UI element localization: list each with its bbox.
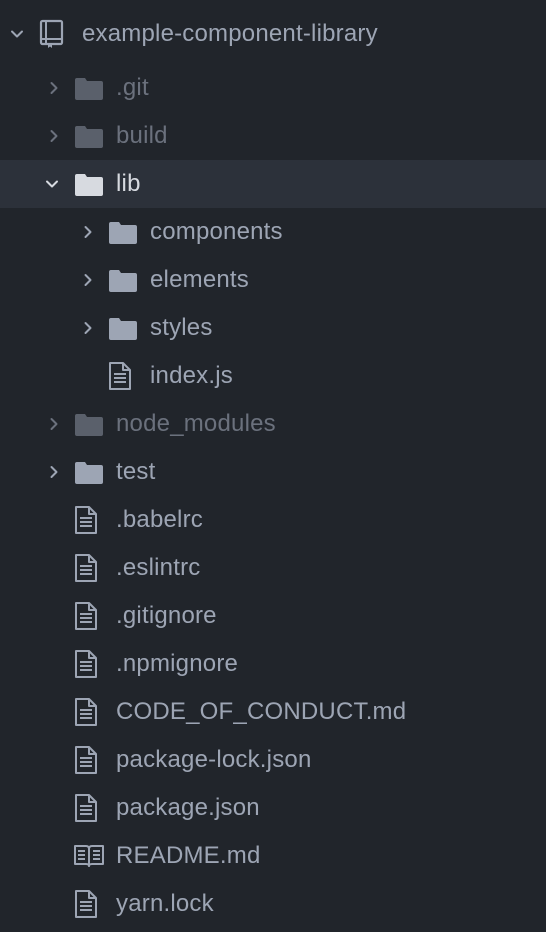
file-tree: example-component-library .git build lib [0,0,546,932]
file-text-icon [74,602,98,630]
tree-item-components[interactable]: components [0,208,546,256]
tree-item-label: .git [116,74,149,101]
tree-item-label: node_modules [116,410,276,437]
tree-item-label: README.md [116,842,261,869]
folder-open-icon [74,173,104,197]
tree-root-row[interactable]: example-component-library [0,10,546,58]
tree-item-readme[interactable]: README.md [0,832,546,880]
tree-item-index-js[interactable]: index.js [0,352,546,400]
tree-item-label: styles [150,314,213,341]
folder-icon [74,413,104,437]
tree-item-elements[interactable]: elements [0,256,546,304]
chevron-right-icon[interactable] [42,76,66,100]
folder-icon [108,317,138,341]
tree-item-label: elements [150,266,249,293]
tree-item-label: package.json [116,794,260,821]
tree-item-label: CODE_OF_CONDUCT.md [116,698,407,725]
file-text-icon [74,698,98,726]
tree-item-label: .gitignore [116,602,217,629]
file-text-icon [74,794,98,822]
tree-item-code-of-conduct[interactable]: CODE_OF_CONDUCT.md [0,688,546,736]
tree-item-label: yarn.lock [116,890,214,917]
book-icon [74,844,104,868]
tree-item-label: test [116,458,156,485]
tree-item-package-lock[interactable]: package-lock.json [0,736,546,784]
file-text-icon [74,650,98,678]
chevron-down-icon[interactable] [5,22,29,46]
root-folder-label: example-component-library [82,20,378,47]
chevron-right-icon[interactable] [76,268,100,292]
folder-icon [108,221,138,245]
tree-item-label: package-lock.json [116,746,312,773]
file-text-icon [74,746,98,774]
tree-item-test[interactable]: test [0,448,546,496]
tree-item-label: lib [116,170,141,197]
tree-item-git[interactable]: .git [0,64,546,112]
chevron-right-icon[interactable] [42,412,66,436]
folder-icon [108,269,138,293]
tree-item-styles[interactable]: styles [0,304,546,352]
folder-icon [74,77,104,101]
tree-item-label: build [116,122,168,149]
chevron-right-icon[interactable] [42,460,66,484]
folder-icon [74,461,104,485]
tree-item-lib[interactable]: lib [0,160,546,208]
tree-item-eslintrc[interactable]: .eslintrc [0,544,546,592]
tree-item-label: components [150,218,283,245]
tree-item-label: index.js [150,362,233,389]
file-text-icon [108,362,132,390]
tree-item-label: .babelrc [116,506,203,533]
chevron-right-icon[interactable] [76,220,100,244]
tree-item-label: .npmignore [116,650,239,677]
tree-item-label: .eslintrc [116,554,201,581]
folder-icon [74,125,104,149]
tree-item-package-json[interactable]: package.json [0,784,546,832]
tree-item-node-modules[interactable]: node_modules [0,400,546,448]
file-text-icon [74,554,98,582]
tree-item-babelrc[interactable]: .babelrc [0,496,546,544]
tree-item-build[interactable]: build [0,112,546,160]
repo-icon [38,18,66,50]
chevron-right-icon[interactable] [42,124,66,148]
chevron-down-icon[interactable] [40,172,64,196]
file-text-icon [74,890,98,918]
chevron-right-icon[interactable] [76,316,100,340]
tree-item-yarn-lock[interactable]: yarn.lock [0,880,546,928]
tree-item-npmignore[interactable]: .npmignore [0,640,546,688]
tree-item-gitignore[interactable]: .gitignore [0,592,546,640]
file-text-icon [74,506,98,534]
